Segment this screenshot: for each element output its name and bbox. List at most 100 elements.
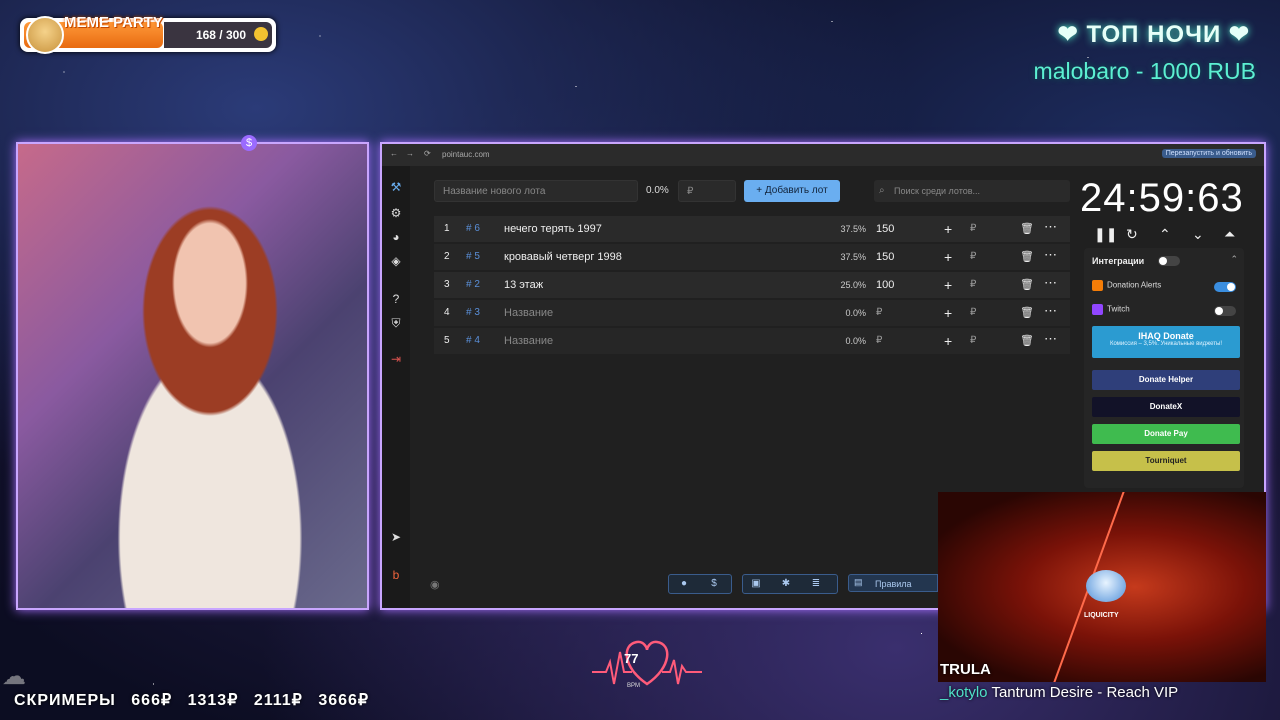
new-lot-percent: 0.0%: [646, 185, 669, 196]
github-icon[interactable]: ●: [677, 577, 691, 591]
back-icon[interactable]: ←: [390, 149, 398, 158]
gear-icon[interactable]: ⚙: [389, 206, 403, 220]
screamer-tier: 666₽: [131, 692, 173, 709]
trash-icon[interactable]: 🗑: [1020, 278, 1034, 291]
more-icon[interactable]: ⋯: [1044, 331, 1057, 347]
lot-id[interactable]: # 6: [466, 223, 480, 234]
lot-number: 3: [444, 279, 450, 290]
chevron-up-icon[interactable]: ⌃: [1159, 226, 1171, 243]
liquicity-logo: [1086, 570, 1126, 602]
add-lot-button[interactable]: + Добавить лот: [744, 180, 840, 202]
restart-button[interactable]: Перезапустить и обновить: [1161, 149, 1256, 158]
forward-icon[interactable]: →: [406, 149, 414, 158]
more-icon[interactable]: ⋯: [1044, 219, 1057, 235]
lot-percent: 25.0%: [840, 280, 866, 290]
telegram-icon[interactable]: ➤: [389, 530, 403, 544]
collapse-up-icon[interactable]: ⏶: [1224, 226, 1235, 243]
donate-pay-button[interactable]: Donate Pay: [1092, 424, 1240, 444]
lot-id[interactable]: # 4: [466, 335, 480, 346]
more-icon[interactable]: ⋯: [1044, 303, 1057, 319]
lot-search-input[interactable]: Поиск среди лотов...: [874, 180, 1070, 202]
new-lot-input[interactable]: Название нового лота: [434, 180, 638, 202]
twitch-toggle[interactable]: [1214, 306, 1236, 316]
lot-percent: 0.0%: [845, 336, 866, 346]
bpm-value: 77: [624, 651, 639, 666]
lot-percent: 0.0%: [845, 308, 866, 318]
add-amount-icon[interactable]: +: [944, 221, 952, 237]
chevron-up-icon[interactable]: ⌃: [1230, 254, 1238, 265]
logout-icon[interactable]: ⇥: [389, 352, 403, 366]
donation-alerts-row: Donation Alerts: [1092, 280, 1161, 291]
search-icon: ⌕: [879, 185, 885, 196]
lot-row: 1 # 6 нечего терять 1997 37.5% 150 + ₽ 🗑…: [434, 216, 1070, 242]
lot-add-input[interactable]: ₽: [970, 307, 976, 318]
lot-amount[interactable]: 150: [876, 223, 894, 235]
trash-icon[interactable]: 🗑: [1020, 250, 1034, 263]
pause-icon[interactable]: ❚❚: [1094, 226, 1117, 243]
track-line: _kotylo Tantrum Desire - Reach VIP: [940, 684, 1178, 701]
add-amount-icon[interactable]: +: [944, 333, 952, 349]
lot-row: 5 # 4 Название 0.0% ₽ + ₽ 🗑 ⋯: [434, 328, 1070, 354]
lot-name[interactable]: нечего терять 1997: [504, 223, 602, 235]
lot-add-input[interactable]: ₽: [970, 251, 976, 262]
help-icon[interactable]: ?: [389, 292, 403, 306]
lot-name[interactable]: Название: [504, 335, 553, 347]
shield-icon[interactable]: ⛨: [389, 316, 403, 330]
meme-party-count: 168 / 300: [195, 28, 246, 42]
new-lot-amount-input[interactable]: ₽: [678, 180, 736, 202]
lot-amount[interactable]: ₽: [876, 307, 882, 318]
trash-icon[interactable]: 🗑: [1020, 334, 1034, 347]
trash-icon[interactable]: 🗑: [1020, 306, 1034, 319]
import-icon[interactable]: ▣: [749, 577, 763, 591]
layers-icon[interactable]: ◈: [389, 254, 403, 268]
lot-add-input[interactable]: ₽: [970, 223, 976, 234]
donatex-button[interactable]: DonateX: [1092, 397, 1240, 417]
top-donor: malobaro - 1000 RUB: [1033, 58, 1256, 84]
ihaq-donate-button[interactable]: IHAQ Donate Комиссия – 3,5%. Уникальные …: [1092, 326, 1240, 358]
lot-name[interactable]: Название: [504, 307, 553, 319]
lot-row: 2 # 5 кровавый четверг 1998 37.5% 150 + …: [434, 244, 1070, 270]
dollar-icon[interactable]: $: [707, 577, 721, 591]
lot-number: 5: [444, 335, 450, 346]
lot-amount[interactable]: ₽: [876, 335, 882, 346]
lot-name[interactable]: кровавый четверг 1998: [504, 251, 622, 263]
more-icon[interactable]: ⋯: [1044, 275, 1057, 291]
donate-helper-button[interactable]: Donate Helper: [1092, 370, 1240, 390]
twitch-icon: [1092, 304, 1103, 315]
add-amount-icon[interactable]: +: [944, 277, 952, 293]
lot-add-input[interactable]: ₽: [970, 279, 976, 290]
lot-amount[interactable]: 150: [876, 251, 894, 263]
address-bar[interactable]: pointauc.com: [442, 150, 490, 159]
tourniquet-button[interactable]: Tourniquet: [1092, 451, 1240, 471]
lot-number: 2: [444, 251, 450, 262]
gavel-icon[interactable]: ⚒: [389, 180, 403, 194]
donation-alerts-toggle[interactable]: [1214, 282, 1236, 292]
history-icon[interactable]: ≣: [809, 577, 823, 591]
screamer-tier: 1313₽: [187, 692, 239, 709]
lot-amount[interactable]: 100: [876, 279, 894, 291]
trash-icon[interactable]: 🗑: [1020, 222, 1034, 235]
add-amount-icon[interactable]: +: [944, 305, 952, 321]
integrations-toggle[interactable]: [1158, 256, 1180, 266]
reset-icon[interactable]: ↻: [1126, 226, 1138, 243]
lot-name[interactable]: 13 этаж: [504, 279, 543, 291]
reload-icon[interactable]: ⟳: [424, 149, 431, 158]
eye-icon[interactable]: ◉: [430, 578, 440, 591]
twitch-row: Twitch: [1092, 304, 1130, 315]
more-icon[interactable]: ⋯: [1044, 247, 1057, 263]
lot-row: 3 # 2 13 этаж 25.0% 100 + ₽ 🗑 ⋯: [434, 272, 1070, 298]
boosty-icon[interactable]: b: [389, 568, 403, 582]
lot-add-input[interactable]: ₽: [970, 335, 976, 346]
pie-chart-icon[interactable]: ◕: [389, 230, 403, 244]
lot-id[interactable]: # 5: [466, 251, 480, 262]
lot-id[interactable]: # 2: [466, 279, 480, 290]
integrations-title: Интеграции: [1092, 256, 1145, 266]
doge-icon: [26, 16, 64, 54]
twitch-label: Twitch: [1107, 304, 1130, 314]
links-group: ● $: [668, 574, 732, 594]
bug-icon[interactable]: ✱: [779, 577, 793, 591]
add-amount-icon[interactable]: +: [944, 249, 952, 265]
bpm-label: BPM: [627, 683, 641, 689]
chevron-down-icon[interactable]: ⌄: [1192, 226, 1204, 243]
lot-id[interactable]: # 3: [466, 307, 480, 318]
